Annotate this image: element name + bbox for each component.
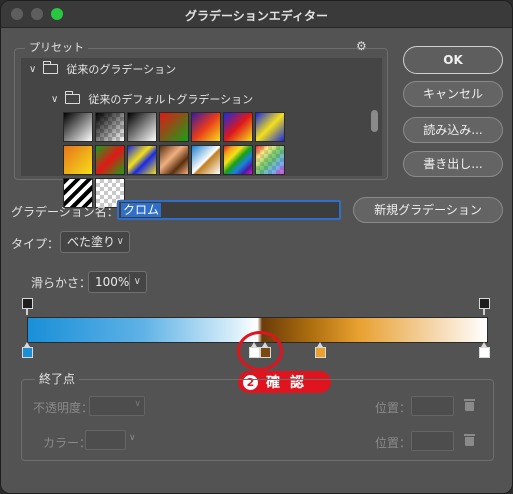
- color-location-input[interactable]: [411, 431, 454, 451]
- divider: [129, 274, 130, 290]
- chevron-down-icon[interactable]: ∨: [134, 272, 141, 292]
- trash-icon[interactable]: [464, 434, 475, 446]
- gradient-preset-swatch[interactable]: [127, 145, 157, 175]
- new-gradient-button[interactable]: 新規グラデーション: [353, 197, 503, 223]
- type-value: べた塗り: [67, 235, 116, 249]
- cancel-button[interactable]: キャンセル: [403, 81, 503, 107]
- gradient-preset-swatch[interactable]: [63, 145, 93, 175]
- smoothness-value: 100%: [95, 275, 130, 289]
- gradient-preset-swatch[interactable]: [95, 145, 125, 175]
- gradient-preset-swatch[interactable]: [63, 112, 93, 142]
- type-label: タイプ：: [11, 237, 60, 251]
- export-button[interactable]: 書き出し...: [403, 151, 503, 177]
- folder-icon: [42, 61, 59, 74]
- scrollbar-thumb[interactable]: [371, 110, 378, 132]
- gradient-name-label: グラデーション名：: [11, 205, 119, 219]
- opacity-stop-right[interactable]: [479, 298, 490, 315]
- opacity-label: 不透明度：: [33, 401, 94, 415]
- gradient-preset-swatch[interactable]: [255, 112, 285, 142]
- color-label: カラー：: [43, 436, 92, 450]
- color-location-label: 位置：: [375, 436, 412, 450]
- smoothness-input[interactable]: 100% ∨: [88, 271, 147, 293]
- trash-icon[interactable]: [464, 399, 475, 411]
- gradient-preset-swatch[interactable]: [159, 145, 189, 175]
- load-button[interactable]: 読み込み...: [403, 117, 503, 143]
- preset-label: プリセット: [25, 39, 88, 55]
- gradient-preset-swatch[interactable]: [191, 145, 221, 175]
- color-stop[interactable]: [315, 342, 326, 358]
- folder-label: 従来のデフォルトグラデーション: [88, 93, 254, 106]
- gradient-name-input[interactable]: クロム: [117, 200, 341, 220]
- gradient-preset-swatch[interactable]: [159, 112, 189, 142]
- preset-folder-legacy[interactable]: ∨ 従来のグラデーション: [29, 58, 176, 80]
- opacity-location-label: 位置：: [375, 401, 412, 415]
- gear-icon[interactable]: ⚙: [356, 39, 367, 53]
- gradient-editor-window: グラデーションエディター プリセット ⚙ ∨ 従来のグラデーション ∨ 従来のデ…: [0, 0, 513, 494]
- preset-folder-legacy-default[interactable]: ∨ 従来のデフォルトグラデーション: [51, 88, 253, 110]
- chevron-down-icon[interactable]: ∨: [29, 64, 36, 75]
- chevron-down-icon[interactable]: ∨: [51, 94, 58, 105]
- opacity-stop-left[interactable]: [22, 298, 33, 315]
- chevron-down-icon: ∨: [116, 236, 124, 247]
- color-stop[interactable]: [479, 342, 490, 358]
- gradient-name-value: クロム: [121, 203, 162, 217]
- gradient-preset-swatch[interactable]: [255, 145, 285, 175]
- window-title: グラデーションエディター: [185, 9, 328, 23]
- color-swatch-input[interactable]: [85, 430, 126, 450]
- folder-label: 従来のグラデーション: [66, 63, 177, 76]
- stops-label: 終了点: [35, 370, 80, 387]
- smoothness-label: 滑らかさ：: [31, 276, 92, 290]
- title-bar: グラデーションエディター: [1, 1, 512, 28]
- chevron-down-icon: ∨: [134, 399, 141, 409]
- annotation-circle: [237, 331, 283, 371]
- gradient-preset-swatch[interactable]: [127, 112, 157, 142]
- opacity-location-input[interactable]: [411, 396, 454, 416]
- folder-icon: [64, 91, 81, 104]
- gradient-preset-swatch[interactable]: [223, 112, 253, 142]
- type-select[interactable]: べた塗り ∨: [60, 231, 130, 253]
- ok-button[interactable]: OK: [403, 46, 503, 74]
- chevron-down-icon: ∨: [129, 433, 136, 443]
- preset-scrollbar[interactable]: [369, 58, 381, 176]
- gradient-preset-swatch[interactable]: [223, 145, 253, 175]
- opacity-input[interactable]: ∨: [89, 396, 145, 416]
- color-stop[interactable]: [22, 342, 33, 358]
- gradient-preset-swatch[interactable]: [95, 112, 125, 142]
- gradient-preset-swatch[interactable]: [191, 112, 221, 142]
